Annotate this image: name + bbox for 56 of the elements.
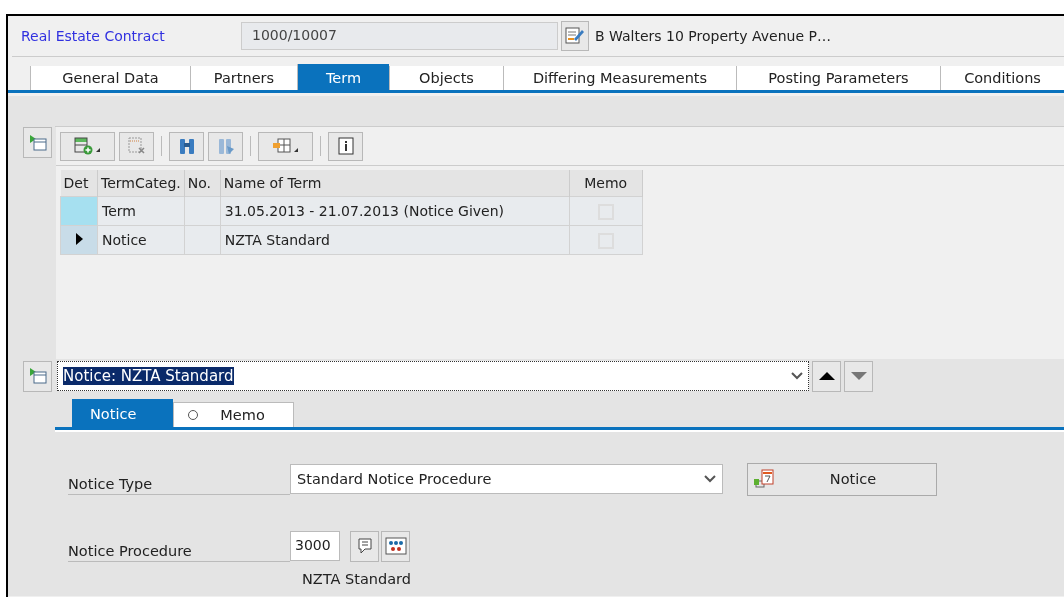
- hierarchy-button[interactable]: [381, 530, 410, 562]
- column-header[interactable]: Name of Term: [220, 170, 570, 197]
- column-header[interactable]: No.: [184, 170, 221, 197]
- search-button[interactable]: [169, 131, 204, 161]
- table-layout-icon: [270, 136, 301, 156]
- tab[interactable]: Posting Parameters: [736, 66, 940, 90]
- triangle-down-icon: [850, 371, 867, 381]
- delete-row-button[interactable]: [119, 131, 154, 161]
- info-icon: [335, 136, 356, 156]
- tab[interactable]: Differing Measurements: [503, 66, 736, 90]
- contract-number-field[interactable]: 1000/10007: [241, 22, 558, 50]
- info-button[interactable]: [328, 131, 363, 161]
- column-header[interactable]: Det: [60, 170, 98, 197]
- tab[interactable]: General Data: [30, 66, 190, 90]
- notice-procedure-field[interactable]: 3000: [290, 531, 340, 561]
- table-cell: Notice: [97, 225, 185, 255]
- field-label: Notice Type: [68, 470, 290, 495]
- table-cell: 31.05.2013 - 21.07.2013 (Notice Given): [220, 196, 570, 226]
- notice-button[interactable]: Notice: [747, 462, 937, 496]
- next-button[interactable]: [844, 360, 873, 392]
- add-row-icon: [72, 136, 103, 156]
- panel-icon: [27, 367, 48, 385]
- contract-description: B Walters 10 Property Avenue P…: [595, 28, 831, 44]
- row-selector[interactable]: [60, 225, 98, 255]
- layout-button[interactable]: [258, 131, 313, 161]
- delete-rows-icon: [126, 136, 147, 156]
- contract-label: Real Estate Contract: [21, 28, 166, 44]
- table-cell: Term: [97, 196, 185, 226]
- chevron-down-icon: [791, 372, 803, 380]
- field-label: Notice Procedure: [68, 537, 290, 562]
- tab[interactable]: Partners: [190, 66, 297, 90]
- tab[interactable]: Notice: [72, 399, 174, 427]
- tab[interactable]: Conditions: [940, 66, 1064, 90]
- display-button[interactable]: [350, 530, 379, 562]
- table-cell: NZTA Standard: [220, 225, 570, 255]
- procedure-name: NZTA Standard: [302, 571, 412, 587]
- edit-button[interactable]: [561, 21, 589, 51]
- chevron-down-icon: [704, 475, 716, 483]
- notice-type-dropdown[interactable]: Standard Notice Procedure: [290, 464, 723, 494]
- tab[interactable]: Objects: [389, 66, 503, 90]
- tab[interactable]: Memo: [173, 402, 294, 427]
- tab[interactable]: Term: [297, 64, 389, 90]
- notepad-pencil-icon: [564, 26, 586, 46]
- insert-row-button[interactable]: [60, 131, 115, 161]
- speech-bubble-icon: [355, 537, 374, 555]
- dots-grid-icon: [384, 537, 407, 555]
- panel-icon: [27, 133, 48, 152]
- current-row-icon: [75, 233, 83, 245]
- column-header[interactable]: Memo: [569, 170, 643, 197]
- toggle-panel-button[interactable]: [23, 360, 52, 392]
- detail-dropdown[interactable]: Notice: NZTA Standard: [57, 361, 809, 391]
- calendar-icon: [753, 468, 775, 490]
- previous-button[interactable]: [812, 360, 841, 392]
- column-header[interactable]: TermCateg.: [97, 170, 185, 197]
- toggle-panel-button[interactable]: [23, 127, 52, 158]
- triangle-up-icon: [818, 371, 835, 381]
